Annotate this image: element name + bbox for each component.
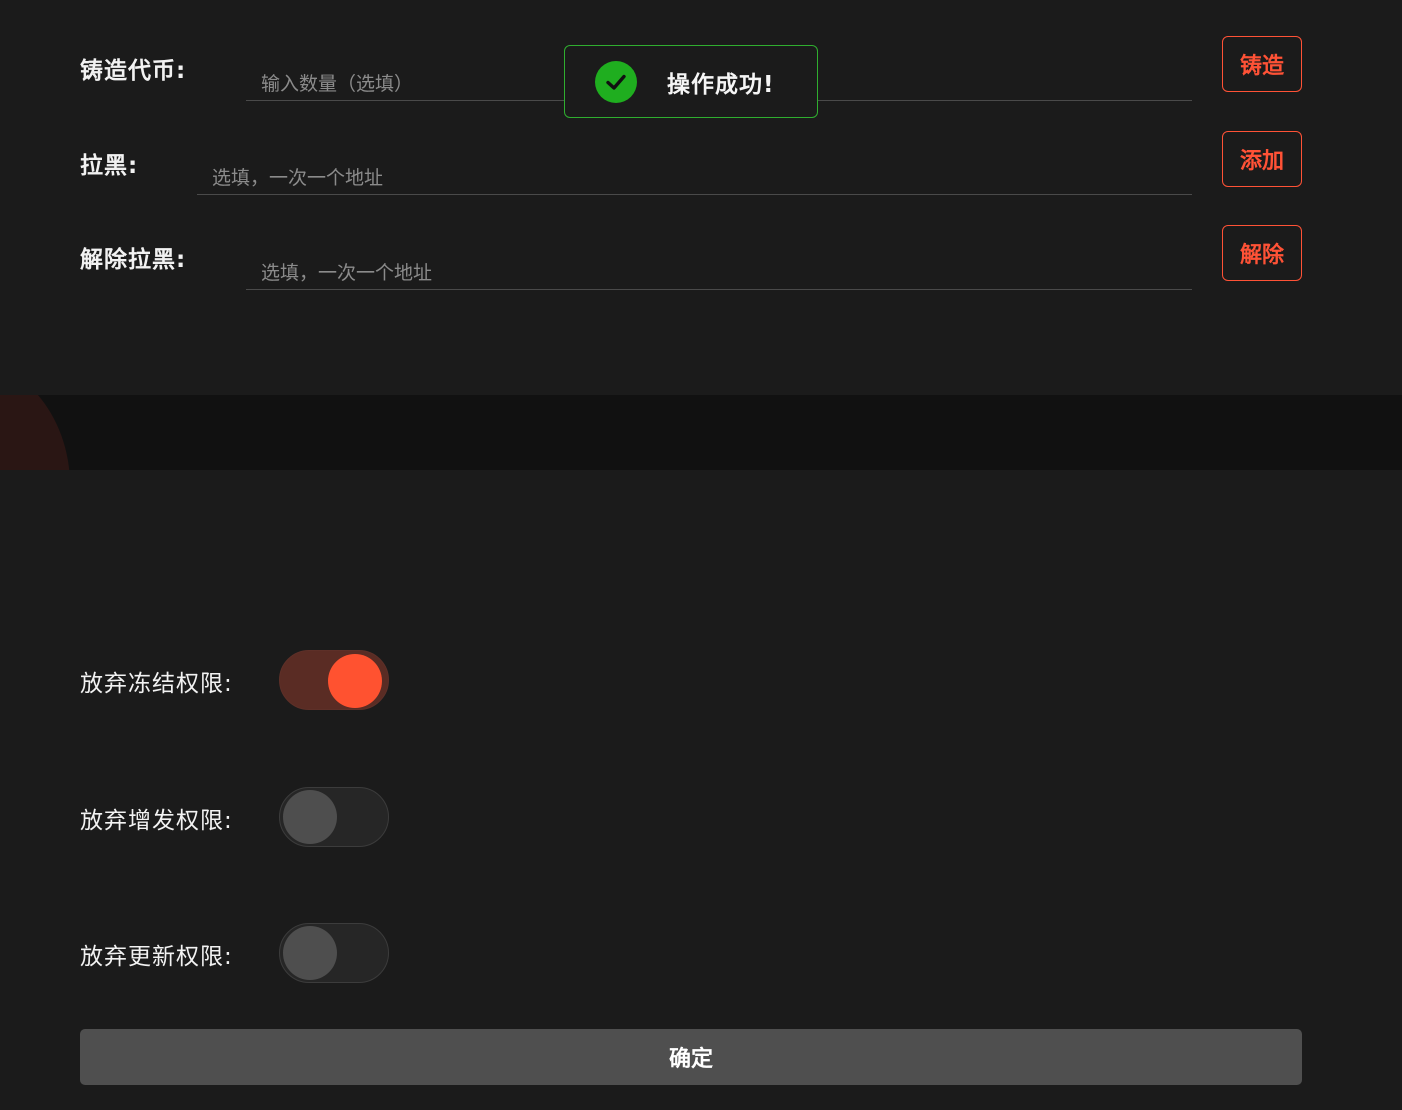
freeze-permission-toggle[interactable] (279, 650, 389, 710)
toggle-knob (283, 926, 337, 980)
mint-label: 铸造代币: (80, 58, 187, 84)
remove-blacklist-button[interactable]: 解除 (1222, 225, 1302, 281)
toggle-knob (328, 654, 382, 708)
freeze-permission-label: 放弃冻结权限: (80, 671, 233, 697)
freeze-permission-row: 放弃冻结权限: (0, 650, 1402, 712)
check-circle-icon (595, 60, 637, 103)
blacklist-label: 拉黑: (80, 153, 139, 179)
update-permission-row: 放弃更新权限: (0, 923, 1402, 985)
success-toast: 操作成功! (564, 45, 818, 118)
unblacklist-row: 解除拉黑: 解除 (0, 209, 1402, 303)
mint-permission-label: 放弃增发权限: (80, 808, 233, 834)
mint-button[interactable]: 铸造 (1222, 36, 1302, 92)
token-admin-page: 铸造代币: 铸造 拉黑: 添加 解除拉黑: 解除 操作成功! 放弃冻结权限: 放… (0, 0, 1402, 1110)
toggle-knob (283, 790, 337, 844)
unblacklist-address-input[interactable] (246, 257, 1192, 290)
blacklist-address-input[interactable] (197, 162, 1192, 195)
unblacklist-label: 解除拉黑: (80, 247, 187, 273)
update-permission-toggle[interactable] (279, 923, 389, 983)
confirm-button[interactable]: 确定 (80, 1029, 1302, 1085)
mint-permission-row: 放弃增发权限: (0, 787, 1402, 849)
update-permission-label: 放弃更新权限: (80, 944, 233, 970)
blacklist-row: 拉黑: 添加 (0, 115, 1402, 209)
toast-message: 操作成功! (667, 71, 775, 98)
add-blacklist-button[interactable]: 添加 (1222, 131, 1302, 187)
mint-permission-toggle[interactable] (279, 787, 389, 847)
decorative-glow (0, 395, 70, 470)
section-divider-band (0, 395, 1402, 470)
